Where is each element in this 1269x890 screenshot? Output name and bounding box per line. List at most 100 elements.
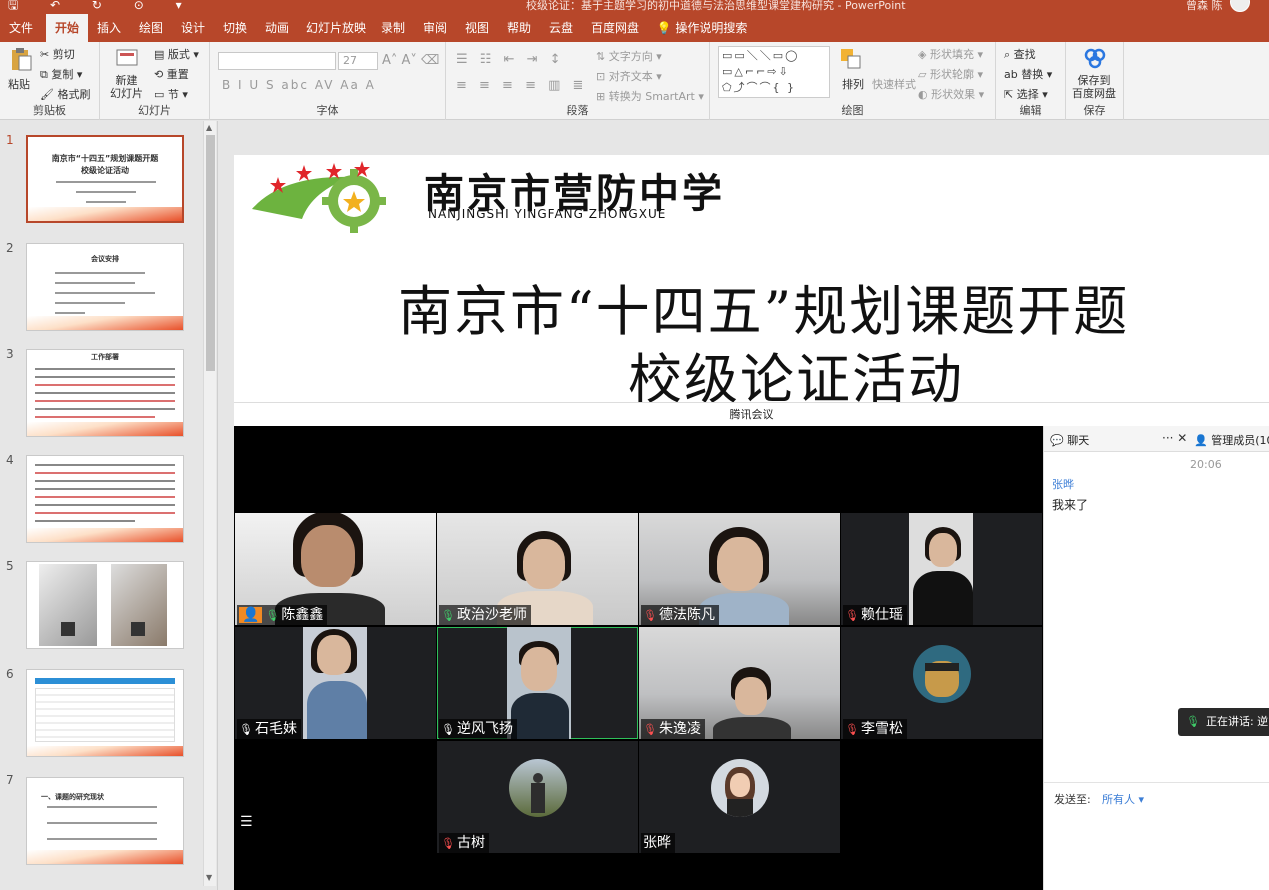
font-style-buttons[interactable]: B I U S abc AV Aa A	[222, 78, 376, 92]
new-slide-icon[interactable]	[114, 46, 140, 72]
tab-manage-members[interactable]: 👤 管理成员(10)	[1194, 432, 1269, 448]
thumb-title: 一、课题的研究现状	[41, 793, 104, 801]
save-baidu-button[interactable]: 保存到 百度网盘	[1072, 74, 1116, 100]
tab-design[interactable]: 设计	[176, 14, 210, 42]
scroll-up-icon[interactable]: ▲	[206, 123, 212, 132]
align-text-button[interactable]: ⊡ 对齐文本 ▾	[596, 68, 662, 84]
thumb-subtitle: 校级论证活动	[81, 166, 129, 175]
tab-view[interactable]: 视图	[460, 14, 494, 42]
tab-home[interactable]: 开始	[46, 14, 88, 42]
tab-insert[interactable]: 插入	[92, 14, 126, 42]
group-font: 27 A˄ A˅ ⌫ B I U S abc AV Aa A 字体	[210, 42, 446, 120]
layout-button[interactable]: ▤ 版式 ▾	[154, 46, 199, 62]
slide-thumbnail-3[interactable]: 工作部署	[26, 349, 184, 437]
mic-off-icon: 🎙	[643, 723, 657, 736]
send-to-dropdown[interactable]: 所有人 ▾	[1102, 791, 1144, 807]
paste-button[interactable]: 粘贴	[8, 76, 30, 92]
editing-group-label: 编辑	[1019, 104, 1042, 117]
ribbon-tabs: 文件 开始 插入 绘图 设计 切换 动画 幻灯片放映 录制 审阅 视图 帮助 云…	[0, 14, 1269, 42]
section-label: 节	[167, 88, 179, 101]
select-button[interactable]: ⇱ 选择 ▾	[1004, 86, 1048, 102]
shape-fill-button[interactable]: ◈ 形状填充 ▾	[918, 46, 983, 62]
tab-animations[interactable]: 动画	[260, 14, 294, 42]
mic-icon: 🎙	[441, 723, 455, 736]
scrollbar-thumb[interactable]	[206, 135, 215, 371]
participant-tile[interactable]: 张晔	[639, 741, 840, 853]
tab-chat[interactable]: 💬 聊天	[1050, 432, 1089, 448]
tab-slideshow[interactable]: 幻灯片放映	[304, 14, 368, 42]
slide-thumbnail-7[interactable]: 一、课题的研究现状	[26, 777, 184, 865]
save-group-label: 保存	[1083, 104, 1106, 117]
section-button[interactable]: ▭ 节 ▾	[154, 86, 188, 102]
cut-label: 剪切	[52, 48, 75, 61]
slide-thumbnail-2[interactable]: 会议安排	[26, 243, 184, 331]
chat-sender[interactable]: 张晔	[1052, 476, 1074, 492]
participant-tile[interactable]: 👤 🎙 陈鑫鑫	[235, 513, 436, 625]
align-buttons[interactable]: ≡ ≡ ≡ ≡ ▥ ≣	[456, 78, 587, 93]
participant-tile[interactable]: 🎙 石毛妹	[235, 627, 436, 739]
chat-more-close-icons[interactable]: ··· ✕	[1162, 431, 1187, 445]
format-painter-button[interactable]: 🖌 格式刷	[40, 86, 90, 102]
list-buttons[interactable]: ☰ ☷ ⇤ ⇥ ↕	[456, 52, 565, 67]
grow-shrink-font-buttons[interactable]: A˄ A˅ ⌫	[382, 53, 439, 68]
participant-name: 🎙 古树	[439, 833, 489, 853]
arrange-button[interactable]: 排列	[842, 76, 864, 92]
user-name[interactable]: 曾森 陈	[1186, 0, 1223, 13]
scroll-down-icon[interactable]: ▼	[206, 873, 212, 882]
mic-icon: 🎙	[239, 723, 253, 736]
quick-styles-button[interactable]: 快速样式	[872, 76, 916, 92]
slide-thumbnail-5[interactable]	[26, 561, 184, 649]
paste-icon[interactable]	[8, 46, 34, 72]
cut-button[interactable]: ✂ 剪切	[40, 46, 75, 62]
slide-thumbnail-1[interactable]: 南京市“十四五”规划课题开题 校级论证活动	[26, 135, 184, 223]
participant-tile[interactable]: 🎙 古树	[437, 741, 638, 853]
shape-effects-button[interactable]: ◐ 形状效果 ▾	[918, 86, 984, 102]
participant-name: 🎙 赖仕瑶	[843, 605, 907, 625]
chat-message: 我来了	[1052, 498, 1089, 512]
slide-thumbnail-4[interactable]	[26, 455, 184, 543]
font-size-box[interactable]: 27	[338, 52, 378, 70]
slides-group-label: 幻灯片	[138, 104, 171, 117]
shape-outline-button[interactable]: ▱ 形状轮廓 ▾	[918, 66, 983, 82]
shape-effects-label: 形状效果	[931, 88, 976, 101]
user-avatar[interactable]	[1230, 0, 1250, 12]
ribbon: 粘贴 ✂ 剪切 ⧉ 复制 ▾ 🖌 格式刷 剪贴板 新建 幻灯片 ▤ 版式 ▾ ⟲…	[0, 42, 1269, 120]
new-slide-button[interactable]: 新建 幻灯片	[110, 74, 143, 100]
replace-label: 替换	[1021, 68, 1044, 81]
tab-draw[interactable]: 绘图	[134, 14, 168, 42]
baidu-cloud-icon[interactable]	[1082, 46, 1108, 72]
copy-button[interactable]: ⧉ 复制 ▾	[40, 66, 82, 82]
participant-tile-active-speaker[interactable]: 🎙 逆风飞扬	[437, 627, 638, 739]
arrange-icon[interactable]	[838, 46, 864, 72]
slide-number: 1	[6, 133, 14, 147]
participant-name: 👤 🎙 陈鑫鑫	[237, 605, 328, 625]
font-family-box[interactable]	[218, 52, 336, 70]
participant-tile[interactable]: 🎙 李雪松	[841, 627, 1042, 739]
participant-name: 🎙 德法陈凡	[641, 605, 719, 625]
participant-tile[interactable]: 🎙 赖仕瑶	[841, 513, 1042, 625]
tell-me-search[interactable]: 💡 操作说明搜索	[652, 14, 752, 42]
tab-help[interactable]: 帮助	[502, 14, 536, 42]
tab-transitions[interactable]: 切换	[218, 14, 252, 42]
participant-tile[interactable]: 🎙 政治沙老师	[437, 513, 638, 625]
participant-list-icon[interactable]: ☰	[240, 814, 253, 830]
participant-tile[interactable]: 🎙 朱逸凌	[639, 627, 840, 739]
find-button[interactable]: ⌕ 查找	[1004, 46, 1036, 62]
tab-baidu[interactable]: 百度网盘	[588, 14, 642, 42]
tab-review[interactable]: 审阅	[418, 14, 452, 42]
video-grid: 👤 🎙 陈鑫鑫 🎙 政治沙老师 🎙 德法陈凡 🎙 赖仕瑶 🎙 石毛妹 🎙 逆风飞扬	[234, 426, 1043, 890]
participant-tile[interactable]: 🎙 德法陈凡	[639, 513, 840, 625]
tab-cloud[interactable]: 云盘	[544, 14, 578, 42]
participant-name: 🎙 朱逸凌	[641, 719, 705, 739]
shapes-gallery[interactable]: ▭▭＼＼▭◯ ▭△⌐⌐⇨⇩ ⬠⤴⌒⌒{ }	[718, 46, 830, 98]
quick-access-toolbar[interactable]: 🖫 ↶ ↻ ⊙ ▾	[8, 0, 196, 14]
text-direction-button[interactable]: ⇅ 文字方向 ▾	[596, 48, 662, 64]
chat-composer: 发送至: 所有人 ▾	[1044, 782, 1269, 890]
thumbnails-scrollbar[interactable]: ▲ ▼	[203, 121, 216, 886]
tab-file[interactable]: 文件	[4, 14, 38, 42]
tab-record[interactable]: 录制	[376, 14, 410, 42]
chat-panel: 💬 聊天 ··· ✕ 👤 管理成员(10) 20:06 张晔 我来了 🎙正在讲话…	[1043, 426, 1269, 890]
reset-button[interactable]: ⟲ 重置	[154, 66, 189, 82]
slide-thumbnail-6[interactable]	[26, 669, 184, 757]
replace-button[interactable]: ab 替换 ▾	[1004, 66, 1052, 82]
